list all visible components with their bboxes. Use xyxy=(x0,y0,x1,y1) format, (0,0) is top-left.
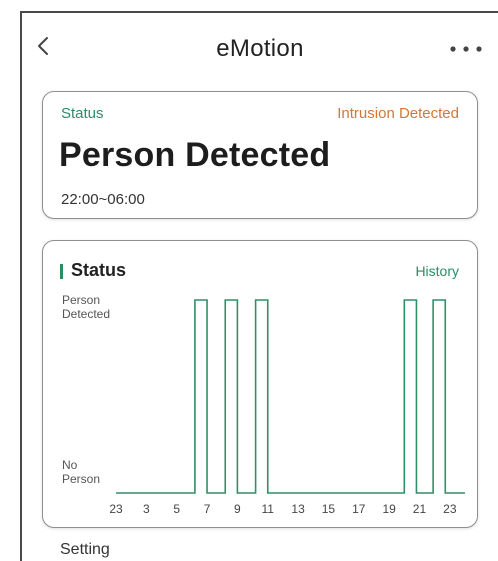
y-tick-label: Detected xyxy=(62,307,110,321)
x-tick-label: 21 xyxy=(413,502,427,516)
status-chart-card: Status History No Person Person Detected 23 3… xyxy=(42,240,478,528)
intrusion-alert-label: Intrusion Detected xyxy=(337,105,459,122)
current-status: Person Detected xyxy=(59,136,331,174)
setting-section-label: Setting xyxy=(60,541,110,558)
frame-border-left xyxy=(20,11,22,561)
x-tick-label: 13 xyxy=(291,502,305,516)
x-tick-label: 19 xyxy=(382,502,396,516)
more-button[interactable] xyxy=(446,39,486,59)
x-tick-label: 11 xyxy=(262,502,275,516)
status-chart: NoPersonPersonDetected23 3 5 7 9 11 13 15 17 19 21… xyxy=(62,293,465,516)
x-tick-label: 9 xyxy=(234,502,241,516)
app-header: eMotion xyxy=(22,13,498,85)
x-tick-label: 7 xyxy=(204,502,211,516)
status-card: Status Intrusion Detected Person Detecte… xyxy=(42,91,478,219)
x-tick-label: 23 xyxy=(109,502,123,516)
x-tick-label: 5 xyxy=(173,502,180,516)
y-tick-label: Person xyxy=(62,472,100,486)
time-range: 22:00~06:00 xyxy=(61,191,145,208)
more-horizontal-icon xyxy=(450,46,482,52)
y-tick-label: Person xyxy=(62,293,100,307)
status-label: Status xyxy=(61,105,104,122)
x-tick-label: 23 xyxy=(443,502,457,516)
page-title: eMotion xyxy=(216,35,304,62)
status-series-line xyxy=(116,299,465,494)
x-tick-label: 17 xyxy=(352,502,366,516)
y-tick-label: No xyxy=(62,458,78,472)
x-tick-label: 3 xyxy=(143,502,150,516)
x-tick-label: 15 xyxy=(322,502,336,516)
